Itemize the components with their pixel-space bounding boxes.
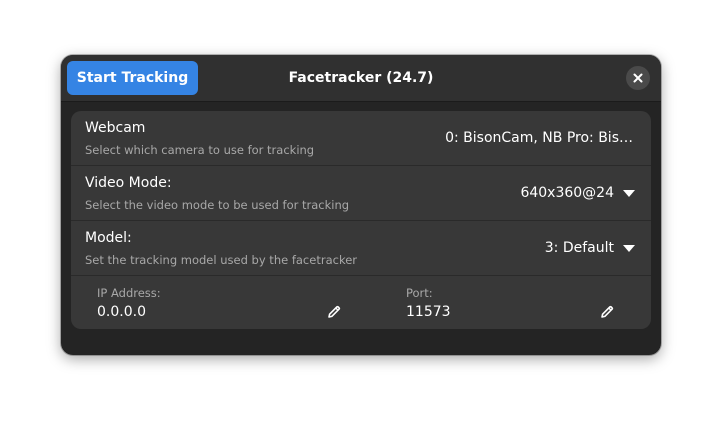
- video-mode-row: Video Mode: Select the video mode to be …: [71, 166, 651, 221]
- ip-address-field[interactable]: IP Address: 0.0.0.0: [97, 286, 347, 329]
- port-value: 11573: [406, 304, 451, 320]
- ip-address-value: 0.0.0.0: [97, 304, 146, 320]
- edit-ip-icon[interactable]: [326, 304, 342, 320]
- edit-port-icon[interactable]: [599, 304, 615, 320]
- facetracker-window: Start Tracking Facetracker (24.7) Webcam…: [61, 55, 661, 355]
- settings-list: Webcam Select which camera to use for tr…: [71, 111, 651, 329]
- ip-address-label: IP Address:: [97, 286, 161, 300]
- video-mode-subtitle: Select the video mode to be used for tra…: [85, 198, 350, 212]
- close-icon: [633, 73, 643, 83]
- model-subtitle: Set the tracking model used by the facet…: [85, 253, 357, 267]
- webcam-title: Webcam: [85, 120, 146, 136]
- chevron-down-icon: [623, 244, 635, 252]
- video-mode-dropdown[interactable]: 640x360@24: [520, 166, 635, 220]
- model-dropdown[interactable]: 3: Default: [545, 221, 635, 275]
- close-button[interactable]: [626, 66, 650, 90]
- start-tracking-button[interactable]: Start Tracking: [67, 61, 198, 95]
- webcam-subtitle: Select which camera to use for tracking: [85, 143, 315, 157]
- model-title: Model:: [85, 230, 132, 246]
- webcam-row[interactable]: Webcam Select which camera to use for tr…: [71, 111, 651, 166]
- webcam-value: 0: BisonCam, NB Pro: Bis…: [445, 130, 633, 146]
- chevron-down-icon: [623, 189, 635, 197]
- video-mode-title: Video Mode:: [85, 175, 172, 191]
- port-label: Port:: [406, 286, 433, 300]
- port-field[interactable]: Port: 11573: [406, 286, 626, 329]
- header-bar: Start Tracking Facetracker (24.7): [61, 55, 661, 102]
- model-value: 3: Default: [544, 240, 614, 256]
- network-row: IP Address: 0.0.0.0 Port: 11573: [71, 276, 651, 329]
- video-mode-value: 640x360@24: [520, 185, 614, 201]
- model-row: Model: Set the tracking model used by th…: [71, 221, 651, 276]
